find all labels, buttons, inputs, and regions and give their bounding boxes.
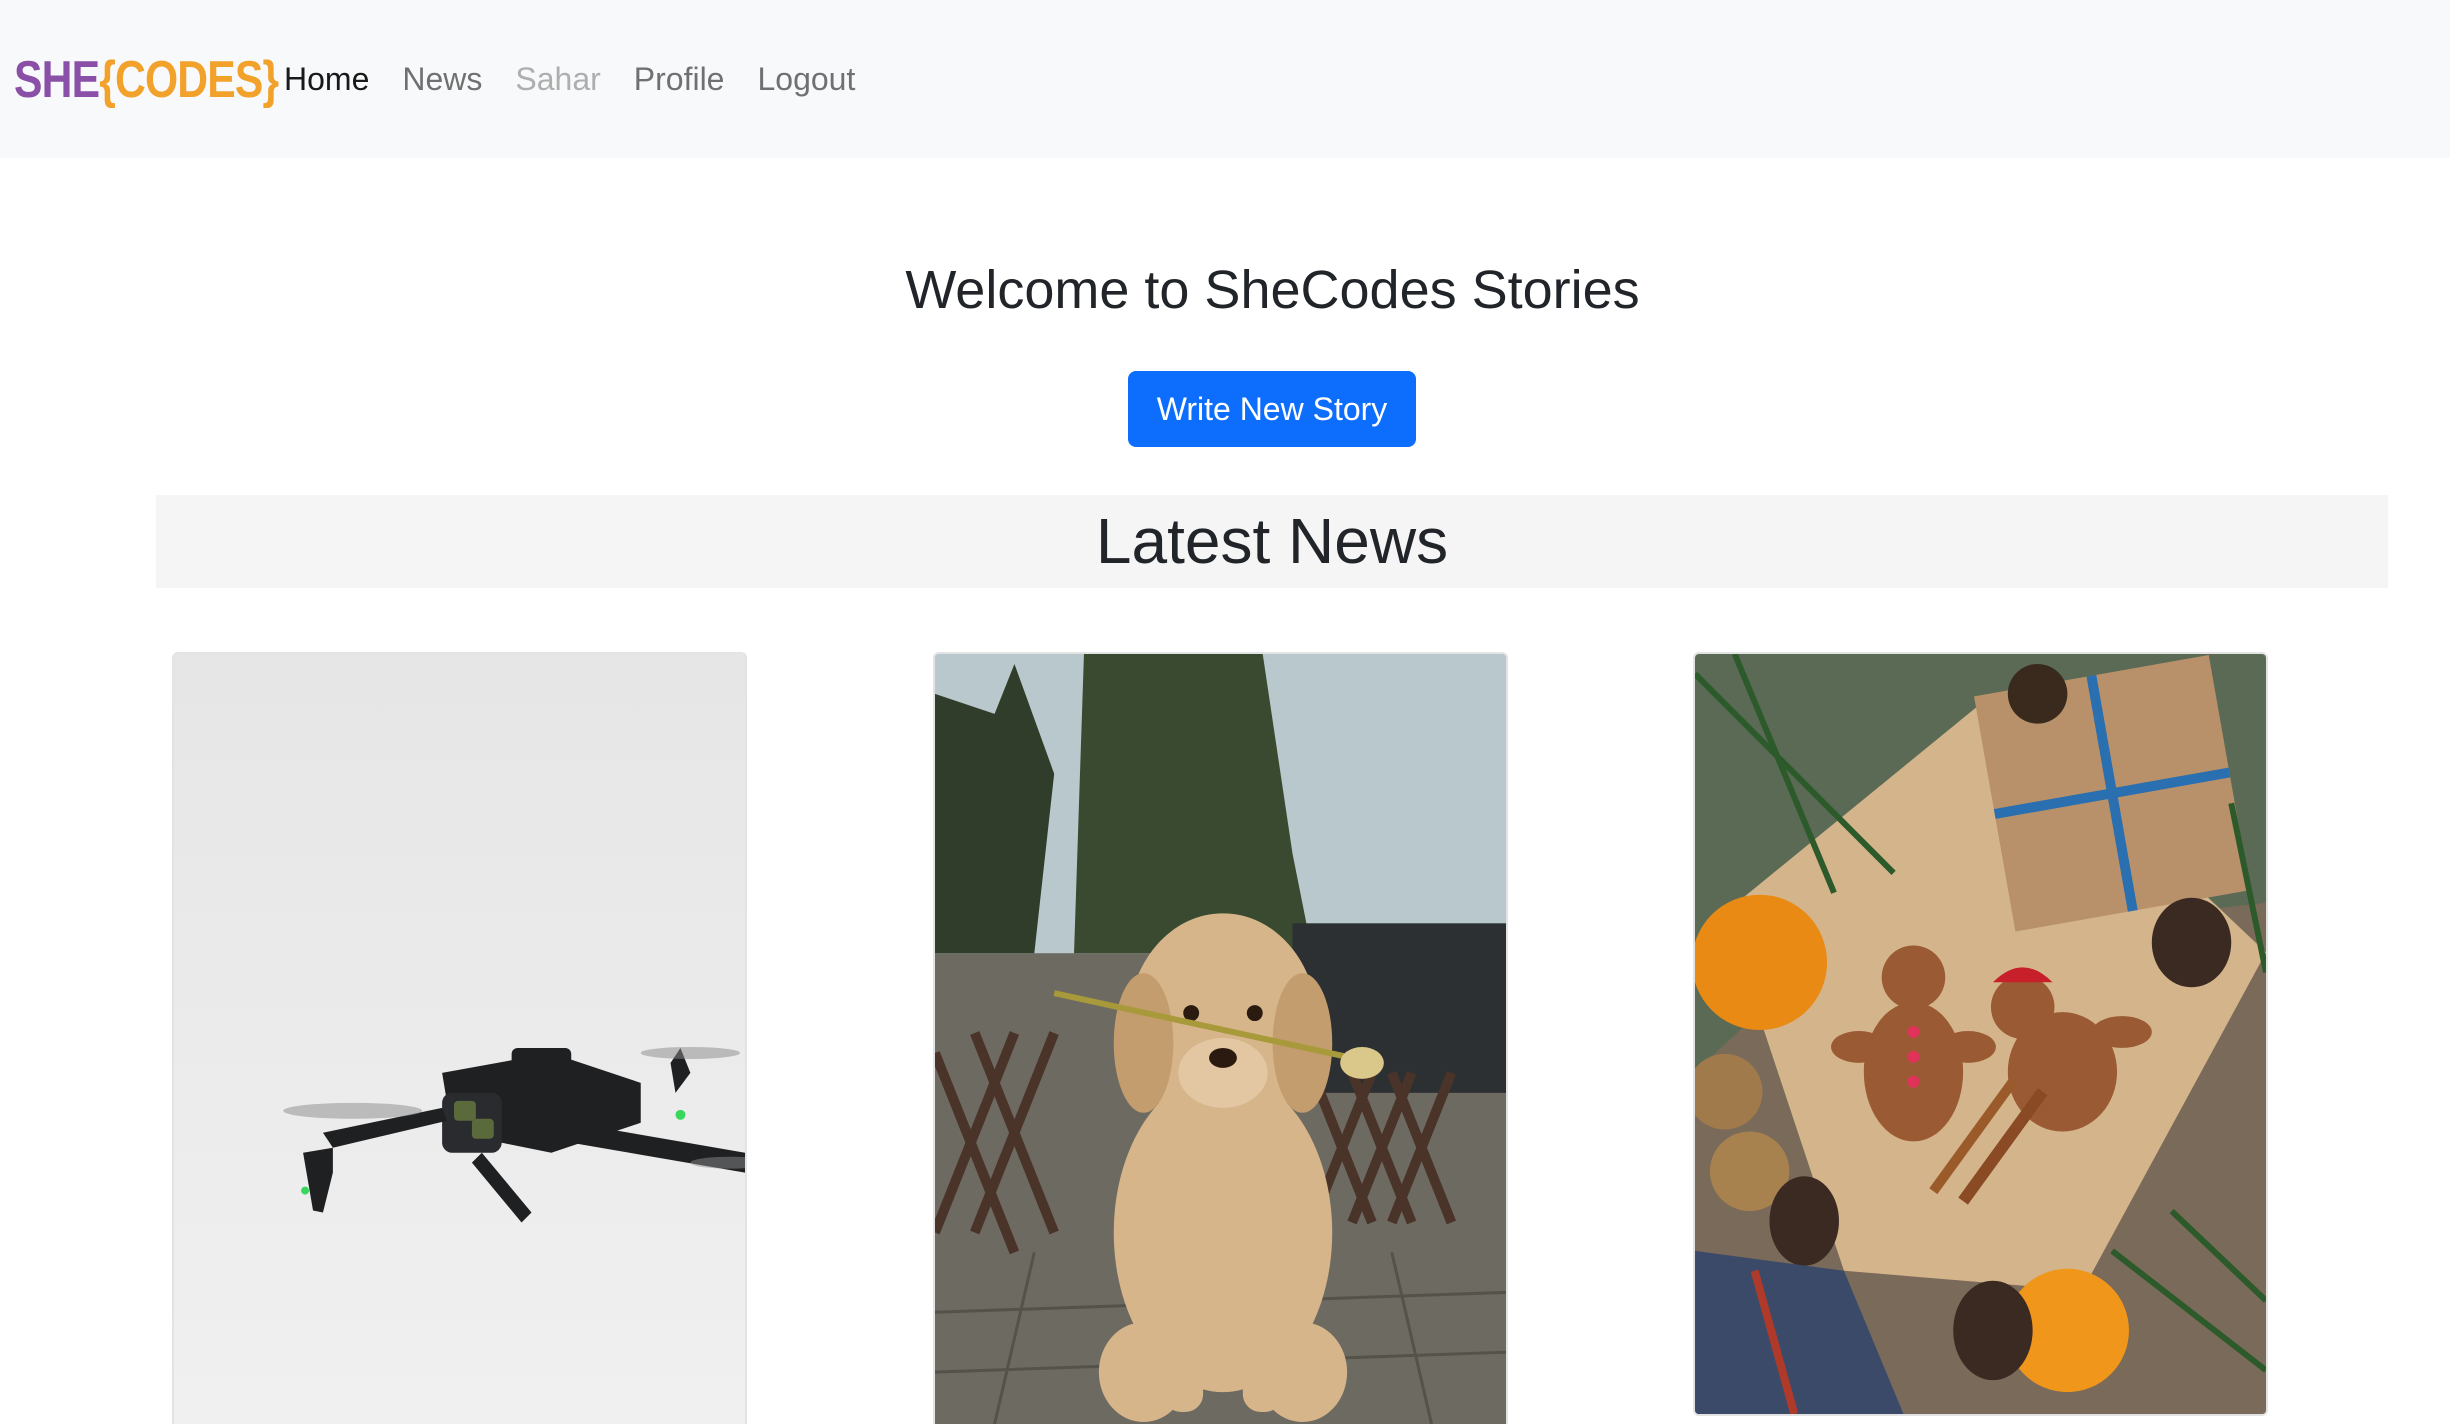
latest-news-banner: Latest News	[156, 495, 2388, 588]
page-title: Welcome to SheCodes Stories	[905, 260, 1640, 320]
news-card-drone[interactable]	[172, 652, 747, 1424]
news-card-gingerbread[interactable]	[1693, 652, 2268, 1416]
dog-with-flower-photo	[935, 654, 1506, 1424]
nav-link-home[interactable]: Home	[284, 56, 369, 102]
nav-link-user-sahar: Sahar	[515, 61, 601, 97]
nav-link-profile[interactable]: Profile	[634, 56, 725, 102]
news-card-dog[interactable]	[933, 652, 1508, 1424]
latest-news-heading: Latest News	[1095, 505, 1449, 577]
nav-link-logout[interactable]: Logout	[757, 56, 855, 102]
navbar: SHE{CODES} Home News Sahar Profile Logou…	[0, 0, 2450, 158]
drone-photo	[174, 654, 745, 1424]
shecodes-logo[interactable]: SHE{CODES}	[14, 50, 279, 110]
logo-codes: {CODES}	[99, 51, 279, 109]
nav-links: Home News Sahar Profile Logout	[284, 56, 855, 102]
write-new-story-button[interactable]: Write New Story	[1128, 371, 1416, 447]
logo-she: SHE	[14, 51, 100, 109]
gingerbread-christmas-photo	[1695, 654, 2266, 1414]
nav-link-news[interactable]: News	[402, 56, 482, 102]
